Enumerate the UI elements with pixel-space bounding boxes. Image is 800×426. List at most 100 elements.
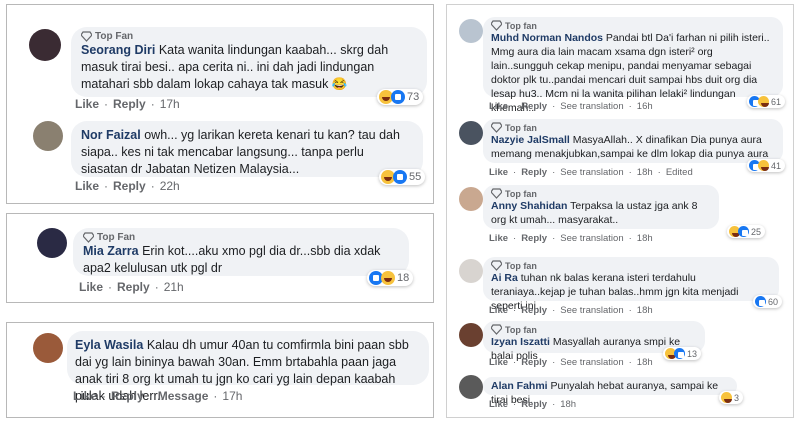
like-link[interactable]: Like: [489, 357, 508, 368]
comment-bubble: Top fan Ai Ra tuhan nk balas kerana iste…: [483, 257, 779, 312]
top-fan-badge: Top Fan: [82, 232, 399, 243]
comment-bubble: Top fan Nazyie JalSmall MasyaAllah.. X d…: [483, 119, 783, 163]
reaction-summary[interactable]: 41: [747, 159, 786, 172]
avatar[interactable]: [459, 121, 483, 145]
diamond-icon: [490, 122, 503, 133]
avatar[interactable]: [37, 228, 67, 258]
avatar[interactable]: [459, 187, 483, 211]
see-translation-link[interactable]: See translation: [560, 233, 623, 244]
comment-actions: Like · Reply · 18h: [489, 399, 577, 410]
reaction-summary[interactable]: 60: [753, 295, 783, 308]
like-link[interactable]: Like: [75, 97, 99, 111]
commenter-name[interactable]: Alan Fahmi: [491, 380, 548, 392]
comment-panel-3: Eyla Wasila Kalau dh umur 40an tu comfir…: [6, 322, 434, 418]
commenter-name[interactable]: Mia Zarra: [83, 244, 139, 258]
haha-icon: [721, 392, 732, 403]
comment-actions: Like · Reply · Message · 17h: [73, 389, 243, 403]
timestamp[interactable]: 22h: [160, 179, 180, 193]
like-link[interactable]: Like: [489, 167, 508, 178]
commenter-name[interactable]: Nor Faizal: [81, 128, 141, 142]
haha-icon: [381, 271, 395, 285]
top-fan-badge: Top fan: [490, 260, 771, 271]
reply-link[interactable]: Reply: [521, 233, 547, 244]
see-translation-link[interactable]: See translation: [560, 357, 623, 368]
comment-bubble: Eyla Wasila Kalau dh umur 40an tu comfir…: [67, 331, 429, 403]
comment-actions: Like · Reply · 17h: [75, 97, 180, 111]
reply-link[interactable]: Reply: [521, 167, 547, 178]
reply-link[interactable]: Reply: [117, 280, 150, 294]
reaction-summary[interactable]: 55: [379, 169, 426, 185]
comment-bubble: Top Fan Mia Zarra Erin kot....aku xmo pg…: [73, 228, 409, 276]
reaction-summary[interactable]: 3: [719, 391, 744, 404]
timestamp[interactable]: 16h: [637, 101, 653, 112]
diamond-icon: [82, 232, 95, 243]
avatar[interactable]: [459, 19, 483, 43]
like-icon: [391, 90, 405, 104]
commenter-name[interactable]: Seorang Diri: [81, 43, 155, 57]
commenter-name[interactable]: Nazyie JalSmall: [491, 134, 570, 146]
comment-bubble: Top fan Muhd Norman Nandos Pandai btl Da…: [483, 17, 783, 114]
like-icon: [674, 348, 685, 359]
reaction-summary[interactable]: 25: [727, 225, 766, 238]
diamond-icon: [80, 31, 93, 42]
message-link[interactable]: Message: [158, 389, 209, 403]
like-link[interactable]: Like: [489, 399, 508, 410]
reply-link[interactable]: Reply: [521, 101, 547, 112]
top-fan-badge: Top fan: [490, 324, 697, 335]
timestamp[interactable]: 18h: [637, 167, 653, 178]
reply-link[interactable]: Reply: [113, 97, 146, 111]
reply-link[interactable]: Reply: [111, 389, 144, 403]
like-link[interactable]: Like: [79, 280, 103, 294]
comment-bubble: Top fan Anny Shahidan Terpaksa la ustaz …: [483, 185, 719, 229]
comment-actions: Like · Reply · See translation · 18h · Edited: [489, 167, 693, 178]
timestamp[interactable]: 18h: [637, 357, 653, 368]
commenter-name[interactable]: Anny Shahidan: [491, 200, 567, 212]
timestamp[interactable]: 18h: [637, 305, 653, 316]
comment-panel-2: Top Fan Mia Zarra Erin kot....aku xmo pg…: [6, 213, 434, 303]
reply-link[interactable]: Reply: [113, 179, 146, 193]
avatar[interactable]: [33, 121, 63, 151]
like-link[interactable]: Like: [73, 389, 97, 403]
like-link[interactable]: Like: [75, 179, 99, 193]
commenter-name[interactable]: Izyan Iszatti: [491, 336, 550, 348]
see-translation-link[interactable]: See translation: [560, 305, 623, 316]
timestamp[interactable]: 17h: [222, 389, 242, 403]
comment-actions: Like · Reply · See translation · 18h: [489, 357, 653, 368]
diamond-icon: [490, 324, 503, 335]
reply-link[interactable]: Reply: [521, 357, 547, 368]
reaction-summary[interactable]: 13: [663, 347, 702, 360]
like-link[interactable]: Like: [489, 101, 508, 112]
commenter-name[interactable]: Muhd Norman Nandos: [491, 32, 603, 44]
avatar[interactable]: [459, 259, 483, 283]
like-link[interactable]: Like: [489, 233, 508, 244]
reaction-summary[interactable]: 61: [747, 95, 786, 108]
see-translation-link[interactable]: See translation: [560, 101, 623, 112]
timestamp[interactable]: 21h: [164, 280, 184, 294]
top-fan-badge: Top Fan: [80, 31, 417, 42]
diamond-icon: [490, 188, 503, 199]
avatar[interactable]: [459, 375, 483, 399]
commenter-name[interactable]: Ai Ra: [491, 272, 518, 284]
reaction-summary[interactable]: 18: [367, 270, 414, 286]
comment-actions: Like · Reply · See translation · 16h: [489, 101, 653, 112]
like-link[interactable]: Like: [489, 305, 508, 316]
timestamp[interactable]: 18h: [637, 233, 653, 244]
haha-icon: [758, 96, 769, 107]
diamond-icon: [490, 20, 503, 31]
timestamp[interactable]: 17h: [160, 97, 180, 111]
avatar[interactable]: [29, 29, 61, 61]
comment-panel-right: Top fan Muhd Norman Nandos Pandai btl Da…: [446, 4, 794, 418]
avatar[interactable]: [459, 323, 483, 347]
comment-bubble: Alan Fahmi Punyalah hebat auranya, sampa…: [483, 377, 737, 406]
comment-actions: Like · Reply · 22h: [75, 179, 180, 193]
comment-bubble: Nor Faizal owh... yg larikan kereta kena…: [71, 121, 423, 177]
commenter-name[interactable]: Eyla Wasila: [75, 338, 143, 352]
reply-link[interactable]: Reply: [521, 399, 547, 410]
reply-link[interactable]: Reply: [521, 305, 547, 316]
timestamp[interactable]: 18h: [560, 399, 576, 410]
comment-bubble: Top Fan Seorang Diri Kata wanita lindung…: [71, 27, 427, 97]
avatar[interactable]: [33, 333, 63, 363]
see-translation-link[interactable]: See translation: [560, 167, 623, 178]
reaction-summary[interactable]: 73: [377, 89, 424, 105]
like-icon: [393, 170, 407, 184]
